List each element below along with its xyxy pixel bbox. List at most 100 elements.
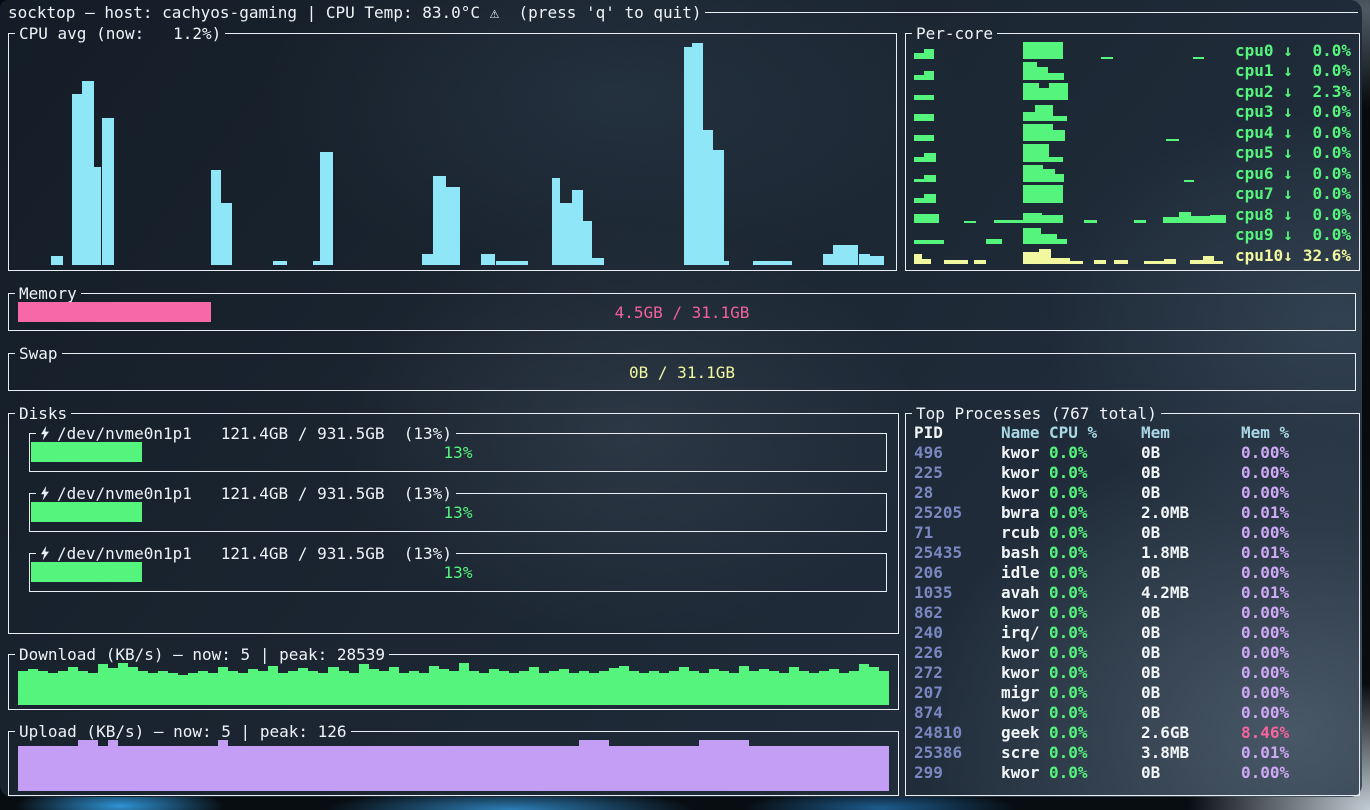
upload-bar [719,740,729,791]
upload-bar [769,746,779,791]
percore-bar [1023,165,1043,182]
upload-bar [809,746,819,791]
percore-row: cpu5 ↓0.0% [914,143,1351,163]
percore-row: cpu4 ↓0.0% [914,122,1351,142]
percore-bar [1203,256,1215,264]
percore-sparkline [914,144,1226,163]
percore-bar [1144,261,1164,264]
process-mem-pct: 8.46% [1241,723,1353,743]
download-bar [18,671,28,705]
download-bar [288,671,298,705]
process-name: irq/ [1001,623,1049,643]
upload-bar [499,746,509,791]
cpu-avg-bar [273,261,288,265]
percore-bar [986,239,1002,244]
process-mem-pct: 0.00% [1241,523,1353,543]
percore-bar [1023,42,1063,59]
download-bar [579,671,589,705]
percore-value: 0.0% [1312,102,1351,121]
disk-item: /dev/nvme0n1p1 121.4GB / 931.5GB (13%)13… [29,433,887,472]
upload-bar [709,740,719,791]
disk-title: /dev/nvme0n1p1 121.4GB / 931.5GB (13%) [36,484,456,503]
percore-bar [914,157,924,161]
process-mem-pct: 0.00% [1241,683,1353,703]
upload-bar [539,746,549,791]
download-bar [409,671,419,705]
download-bar [449,671,459,705]
download-title: Download (KB/s) — now: 5 | peak: 28539 [15,645,389,664]
download-bar [849,671,859,705]
percore-bar [1084,220,1096,223]
titlebar-text: socktop — host: cachyos-gaming | CPU Tem… [8,3,702,22]
download-bar [208,673,218,705]
percore-bar [924,49,934,59]
upload-bar [489,746,499,791]
disk-mount-icon [40,546,50,561]
percore-bar [924,175,936,182]
download-bar [559,669,569,705]
download-bar [869,667,879,705]
process-cpu: 0.0% [1049,603,1141,623]
download-bar [68,667,78,705]
download-bar [569,673,579,705]
process-cpu: 0.0% [1049,683,1141,703]
download-bar [829,669,839,705]
memory-panel: Memory 4.5GB / 31.1GB [8,293,1356,331]
percore-row: cpu0 ↓0.0% [914,40,1351,60]
process-mem-pct: 0.00% [1241,483,1353,503]
process-pid: 25205 [914,503,1001,523]
process-pid: 272 [914,663,1001,683]
process-cpu: 0.0% [1049,703,1141,723]
disk-gauge: 13% [31,502,885,522]
cpu-avg-bar [560,203,573,265]
upload-bar [699,740,709,791]
upload-bar [178,746,188,791]
percore-bar [1210,215,1226,223]
process-mem-pct: 0.00% [1241,443,1353,463]
upload-bar [379,746,389,791]
percore-sparkline [914,123,1226,142]
download-bar [479,673,489,705]
process-cpu: 0.0% [1049,463,1141,483]
percore-bar [1048,73,1065,80]
process-pid: 299 [914,763,1001,783]
process-pid: 24810 [914,723,1001,743]
upload-bar [459,746,469,791]
process-mem: 3.8MB [1141,743,1241,763]
cpu-avg-bar [684,47,693,265]
download-bar [799,671,809,705]
download-bar [489,669,499,705]
percore-value: 0.0% [1312,225,1351,244]
upload-bar [118,746,128,791]
percore-bar [1037,67,1047,79]
percore-bar [1163,217,1178,223]
upload-bar [789,746,799,791]
upload-bar [128,746,138,791]
process-mem: 1.8MB [1141,543,1241,563]
process-mem-pct: 0.01% [1241,503,1353,523]
process-mem-pct: 0.01% [1241,743,1353,763]
download-bar [519,671,529,705]
swap-title: Swap [15,344,62,363]
process-name: bash [1001,543,1049,563]
percore-name: cpu1 ↓ [1235,61,1293,80]
percore-bar [914,53,924,59]
percore-bar [914,114,934,120]
upload-bar [749,746,759,791]
upload-bar [569,746,579,791]
percore-bar [1114,260,1128,264]
memory-gauge-label: 4.5GB / 31.1GB [18,302,1346,322]
percore-label: cpu6 ↓0.0% [1226,163,1351,183]
download-bar [779,673,789,705]
process-name: idle [1001,563,1049,583]
memory-gauge: 4.5GB / 31.1GB [18,302,1346,322]
percore-bar [1166,139,1179,141]
disk-gauge: 13% [31,562,885,582]
percore-bar [1179,212,1191,223]
process-mem-pct: 0.01% [1241,543,1353,563]
upload-bar [439,746,449,791]
process-pid: 496 [914,443,1001,463]
percore-bar [1055,174,1063,182]
download-bar [248,669,258,705]
process-mem: 0B [1141,523,1241,543]
